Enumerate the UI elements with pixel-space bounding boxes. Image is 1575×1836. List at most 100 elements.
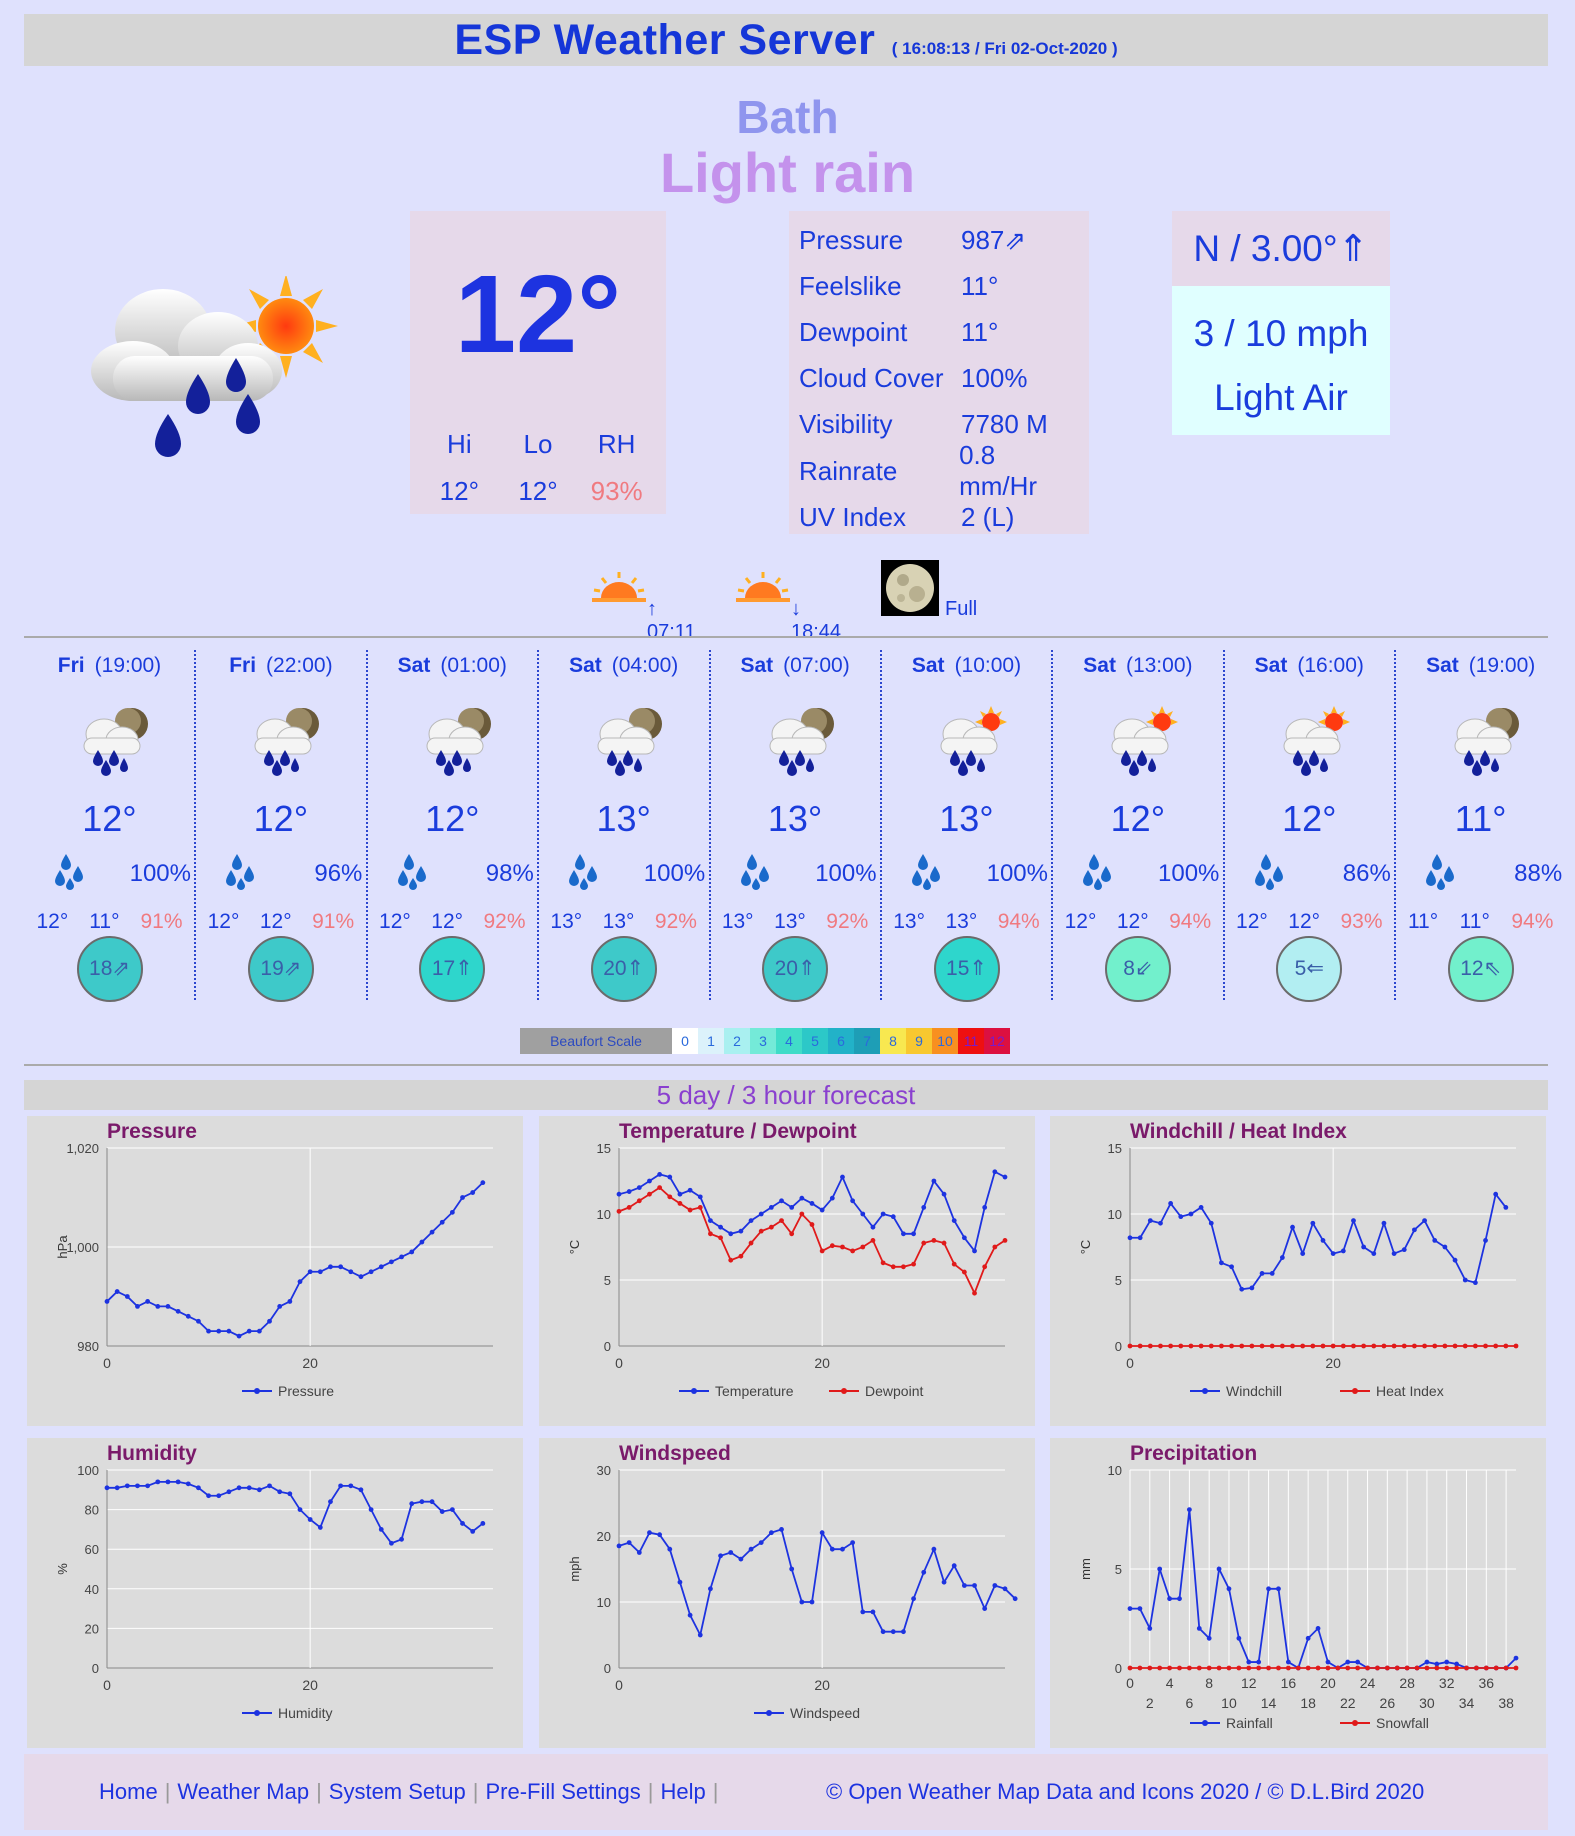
data-point xyxy=(196,1318,201,1324)
data-point xyxy=(1320,1238,1326,1243)
data-point xyxy=(449,1507,455,1512)
data-point xyxy=(358,1487,364,1493)
data-point xyxy=(961,1583,967,1588)
footer-nav: Home | Weather Map | System Setup | Pre-Fill S… xyxy=(99,1779,719,1804)
data-point xyxy=(1002,1238,1008,1243)
nav-help[interactable]: Help xyxy=(660,1779,705,1804)
data-point xyxy=(1236,1635,1242,1641)
forecast-hi: 12° xyxy=(1064,910,1097,933)
data-point xyxy=(850,1198,856,1204)
data-point xyxy=(1335,1665,1341,1671)
data-point xyxy=(145,1299,151,1304)
chart-windchill-heatindex: Windchill / Heat Index 0 5 10 15 0 20 °C Windchi… xyxy=(1050,1116,1546,1426)
data-point xyxy=(185,1313,191,1319)
y-axis-label: mm xyxy=(1078,1558,1093,1580)
nav-system-setup[interactable]: System Setup xyxy=(329,1779,466,1804)
data-point xyxy=(1198,1205,1204,1210)
forecast-column: Sat (04:00) 13° 100% 13° 13° 92% 20⇑ xyxy=(538,650,709,1010)
data-point xyxy=(1493,1665,1499,1671)
chart-title: Humidity xyxy=(107,1442,197,1465)
data-point xyxy=(1158,1220,1163,1226)
x-tick-label: 16 xyxy=(1281,1675,1297,1691)
data-point xyxy=(1186,1665,1192,1671)
data-point xyxy=(1330,1251,1336,1256)
forecast-hour: (22:00) xyxy=(266,654,333,677)
data-point xyxy=(860,1244,866,1250)
data-point xyxy=(1474,1665,1479,1671)
data-point xyxy=(1432,1238,1438,1243)
legend-marker xyxy=(254,1710,260,1716)
data-point xyxy=(338,1483,344,1489)
detail-value: 11° xyxy=(961,316,999,347)
data-point xyxy=(1177,1665,1182,1671)
legend-label: Rainfall xyxy=(1226,1715,1273,1731)
y-axis-label: hPa xyxy=(55,1235,70,1259)
data-point xyxy=(911,1596,916,1602)
forecast-day: Fri xyxy=(229,654,257,677)
data-point xyxy=(267,1483,272,1489)
nav-prefill-settings[interactable]: Pre-Fill Settings xyxy=(485,1779,640,1804)
timestamp: ( 16:08:13 / Fri 02-Oct-2020 ) xyxy=(891,39,1118,58)
data-point xyxy=(982,1205,988,1210)
forecast-column: Sat (07:00) 13° 100% 13° 13° 92% 20⇑ xyxy=(710,650,881,1010)
forecast-humidity: 94% xyxy=(1511,910,1554,933)
nav-home[interactable]: Home xyxy=(99,1779,158,1804)
x-tick-label: 0 xyxy=(1126,1355,1134,1371)
data-point xyxy=(1206,1635,1212,1641)
nav-weather-map[interactable]: Weather Map xyxy=(177,1779,309,1804)
x-tick-label: 12 xyxy=(1241,1675,1257,1691)
data-point xyxy=(1452,1257,1458,1263)
data-point xyxy=(616,1208,622,1214)
data-point xyxy=(1310,1220,1316,1226)
data-point xyxy=(1361,1343,1367,1349)
data-point xyxy=(460,1521,465,1526)
detail-label: Cloud Cover xyxy=(799,363,944,394)
x-tick-label: 32 xyxy=(1439,1675,1455,1691)
forecast-temperature: 12° xyxy=(425,798,480,839)
legend-marker xyxy=(766,1710,772,1716)
data-point xyxy=(738,1556,744,1562)
data-point xyxy=(277,1304,283,1309)
data-point xyxy=(124,1294,130,1299)
data-point xyxy=(1320,1343,1326,1349)
data-point xyxy=(880,1260,886,1266)
chart-pressure: Pressure 980 1,000 1,020 0 20 hPa Pressure xyxy=(27,1116,523,1426)
data-point xyxy=(1259,1343,1265,1349)
data-point xyxy=(1513,1665,1519,1671)
data-point xyxy=(1295,1665,1301,1671)
forecast-day: Sat xyxy=(1083,654,1116,677)
forecast-temperature: 12° xyxy=(1110,798,1166,839)
forecast-temperature: 12° xyxy=(82,798,137,839)
y-tick-label: 10 xyxy=(1108,1463,1122,1478)
moon-cloud-rain-icon xyxy=(590,704,668,776)
data-point xyxy=(819,1248,825,1254)
beaufort-cell: 7 xyxy=(854,1028,880,1054)
data-point xyxy=(1279,1255,1285,1260)
data-point xyxy=(1330,1343,1336,1349)
data-point xyxy=(1412,1343,1417,1349)
data-point xyxy=(1503,1343,1509,1349)
column-separator xyxy=(1394,650,1397,1000)
data-point xyxy=(1226,1665,1232,1671)
data-point xyxy=(1177,1596,1182,1602)
data-point xyxy=(819,1530,825,1536)
rain-probability: 100% xyxy=(815,860,877,887)
y-tick-label: 40 xyxy=(85,1582,99,1597)
data-point xyxy=(1454,1665,1460,1671)
x-tick-label: 38 xyxy=(1498,1695,1514,1711)
current-details-panel: Pressure 987⇗ Feelslike 11° Dewpoint 11° Cl… xyxy=(789,211,1089,534)
data-point xyxy=(1472,1343,1478,1349)
forecast-column: Fri (22:00) 12° 96% 12° 12° 91% 19⇗ xyxy=(195,650,366,1010)
data-point xyxy=(961,1269,967,1275)
data-point xyxy=(941,1191,947,1197)
forecast-column: Sat (19:00) 11° 88% 11° 11° 94% 12⇖ xyxy=(1395,650,1566,1010)
data-point xyxy=(1432,1343,1438,1349)
data-point xyxy=(1208,1343,1214,1349)
data-point xyxy=(236,1333,242,1339)
beaufort-cell: 5 xyxy=(802,1028,828,1054)
x-tick-label: 0 xyxy=(1126,1675,1134,1691)
data-point xyxy=(175,1308,181,1314)
data-point xyxy=(829,1243,835,1249)
data-point xyxy=(1452,1343,1458,1349)
data-point xyxy=(145,1483,151,1489)
